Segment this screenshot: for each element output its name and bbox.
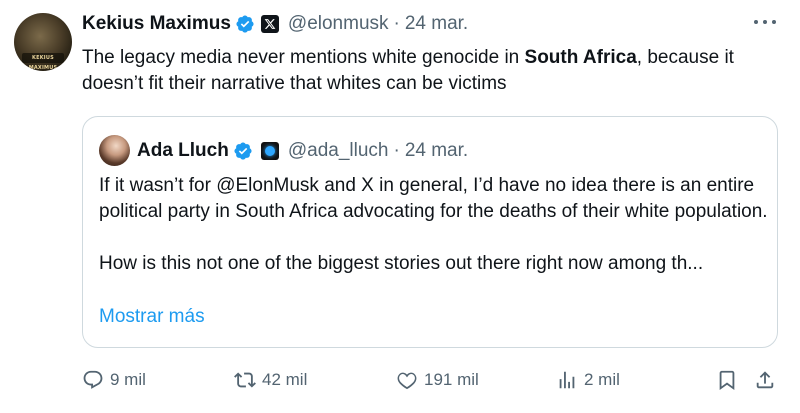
tweet-text-part1: The legacy media never mentions white ge… [82, 47, 525, 68]
quoted-author-avatar [99, 135, 130, 166]
more-icon[interactable] [754, 18, 776, 26]
quoted-paragraph-1: If it wasn’t for @ElonMusk and X in gene… [99, 175, 768, 222]
like-icon [397, 372, 417, 390]
quoted-tweet-header: Ada Lluch @ada_lluch · 24 mar. [137, 138, 468, 164]
quoted-tweet-card[interactable]: Ada Lluch @ada_lluch · 24 mar. If it was… [82, 116, 778, 348]
retweet-count: 42 mil [262, 370, 308, 389]
quoted-tweet-date: 24 mar. [404, 140, 469, 161]
quoted-tweet-text: If it wasn’t for @ElonMusk and X in gene… [99, 173, 769, 277]
reply-count: 9 mil [110, 370, 146, 389]
reply-icon [83, 370, 103, 389]
share-button[interactable] [754, 366, 776, 394]
share-icon [756, 371, 774, 389]
tweet-text-bold: South Africa [524, 47, 637, 68]
separator-dot: · [393, 140, 400, 161]
author-handle[interactable]: @elonmusk [288, 13, 389, 35]
quoted-paragraph-2: How is this not one of the biggest stori… [99, 253, 704, 274]
tweet-header: Kekius Maximus @elonmusk · 24 mar. [82, 11, 468, 37]
avatar-badge-text: KEKIUS MAXIMUS [22, 53, 64, 71]
views-button[interactable]: 2 mil [556, 366, 620, 394]
tweet-date[interactable]: 24 mar. [405, 13, 468, 35]
like-count: 191 mil [424, 370, 479, 389]
verified-badge-icon [236, 15, 254, 33]
retweet-icon [234, 372, 256, 388]
like-button[interactable]: 191 mil [396, 366, 479, 394]
reply-button[interactable]: 9 mil [82, 366, 146, 394]
quoted-author-display-name: Ada Lluch [137, 140, 229, 161]
show-more-link[interactable]: Mostrar más [99, 306, 205, 328]
retweet-button[interactable]: 42 mil [234, 366, 307, 394]
author-display-name[interactable]: Kekius Maximus [82, 13, 231, 35]
tweet-actions-bar: 9 mil 42 mil 191 mil 2 mil [82, 366, 782, 394]
quoted-author-handle: @ada_lluch [287, 140, 389, 161]
views-count: 2 mil [584, 370, 620, 389]
x-logo-icon [260, 15, 279, 33]
tweet-text: The legacy media never mentions white ge… [82, 45, 782, 97]
verified-badge-icon [234, 142, 252, 160]
bookmark-button[interactable] [716, 366, 738, 394]
affiliate-badge-icon [260, 142, 279, 160]
separator-dot: · [393, 13, 400, 34]
bookmark-icon [719, 370, 735, 391]
views-icon [559, 371, 575, 389]
author-avatar[interactable]: KEKIUS MAXIMUS [14, 13, 72, 71]
